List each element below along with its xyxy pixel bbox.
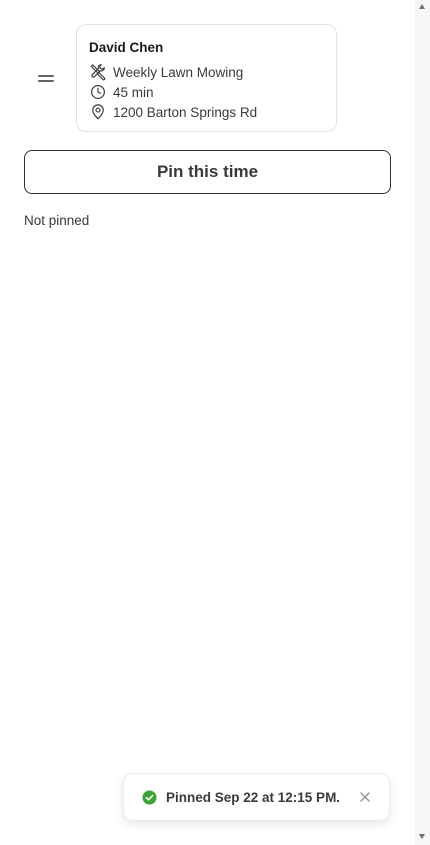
toast-notification: Pinned Sep 22 at 12:15 PM.: [123, 773, 390, 821]
drag-handle-icon[interactable]: [38, 74, 54, 84]
pin-status-text: Not pinned: [24, 213, 90, 228]
vertical-scrollbar[interactable]: [415, 0, 430, 845]
duration: 45 min: [113, 84, 154, 100]
clock-icon: [91, 85, 105, 99]
drag-handle-bar: [38, 80, 54, 82]
address: 1200 Barton Springs Rd: [113, 104, 258, 120]
job-card[interactable]: David Chen Weekly Lawn Mowing 45 min 120…: [76, 24, 337, 132]
service-name: Weekly Lawn Mowing: [113, 64, 244, 80]
scroll-up-arrow-icon[interactable]: [419, 4, 425, 9]
customer-name: David Chen: [89, 40, 164, 55]
tools-icon: [90, 64, 106, 81]
scroll-down-arrow-icon[interactable]: [419, 834, 425, 839]
location-pin-icon: [92, 104, 104, 120]
close-icon[interactable]: [358, 790, 372, 804]
service-row: Weekly Lawn Mowing: [89, 62, 324, 82]
drag-handle-bar: [38, 75, 54, 77]
check-circle-icon: [142, 789, 157, 805]
app-viewport: David Chen Weekly Lawn Mowing 45 min 120…: [0, 0, 415, 845]
duration-row: 45 min: [89, 82, 324, 102]
address-row: 1200 Barton Springs Rd: [89, 102, 324, 122]
pin-time-button[interactable]: Pin this time: [24, 150, 391, 194]
toast-message: Pinned Sep 22 at 12:15 PM.: [166, 789, 341, 805]
